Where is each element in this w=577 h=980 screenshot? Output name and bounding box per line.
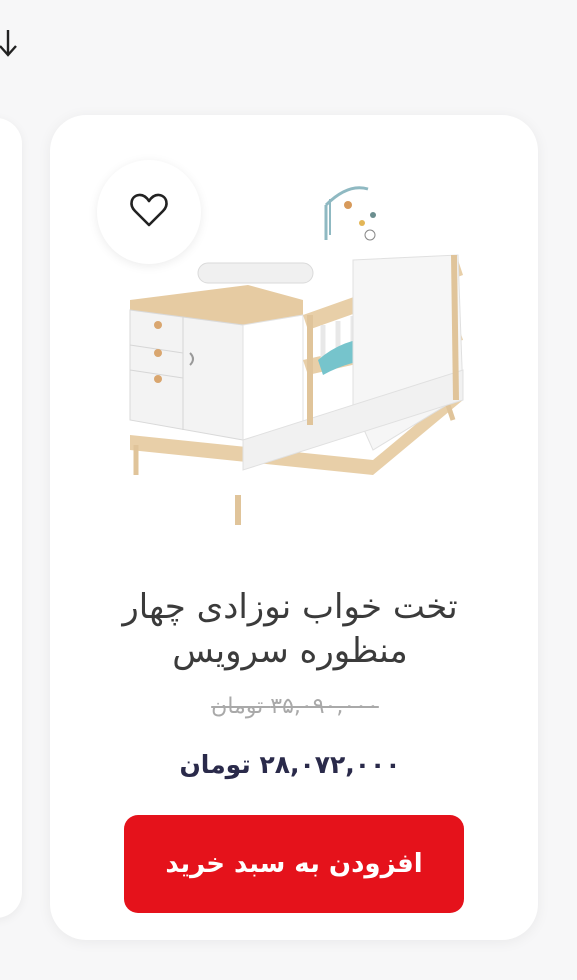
add-to-cart-button[interactable]: افزودن به سبد خرید	[124, 815, 464, 913]
product-title[interactable]: تخت خواب نوزادی چهار منظوره سرویس	[70, 585, 510, 675]
previous-product-card[interactable]	[0, 118, 22, 918]
page: تخت خواب نوزادی چهار منظوره سرویس ۳۵,۰۹۰…	[0, 0, 577, 980]
arrow-down-icon[interactable]	[0, 26, 22, 66]
heart-icon	[129, 192, 169, 232]
wishlist-button[interactable]	[97, 160, 201, 264]
old-price: ۳۵,۰۹۰,۰۰۰ تومان	[211, 694, 379, 719]
current-price: ۲۸,۰۷۲,۰۰۰ تومان	[179, 750, 401, 779]
